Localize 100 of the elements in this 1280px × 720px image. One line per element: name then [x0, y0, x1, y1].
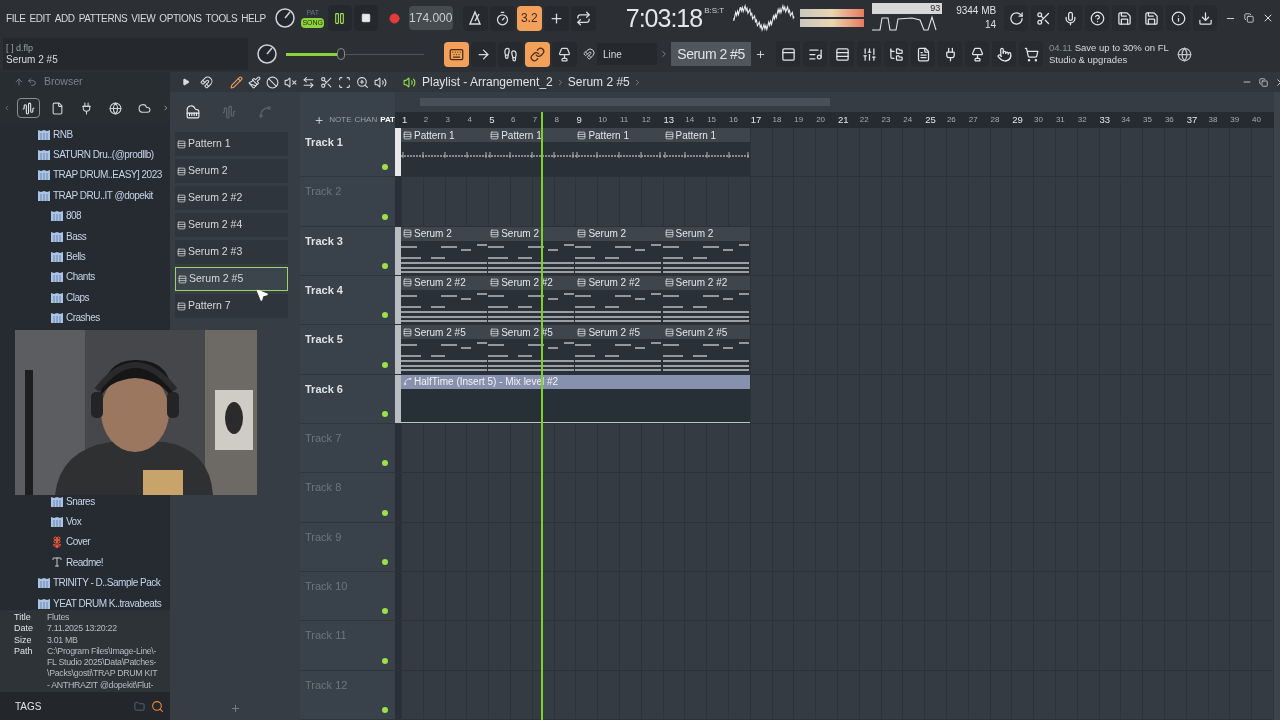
pattern-clip[interactable]: Serum 2 #2 — [662, 276, 750, 325]
pattern-clip[interactable]: Pattern 1 — [575, 128, 663, 177]
plug-button[interactable] — [938, 41, 962, 67]
select-icon[interactable] — [338, 75, 351, 89]
cart-button[interactable] — [1019, 41, 1043, 67]
undo-button[interactable] — [1004, 5, 1029, 31]
news-text[interactable]: 04.11 Save up to 30% on FL Studio & upgrades — [1049, 42, 1173, 66]
pattern-clip[interactable]: Serum 2 — [575, 226, 663, 275]
playlist-button[interactable] — [776, 41, 800, 67]
pattern-clip[interactable]: Serum 2 #2 — [575, 276, 663, 325]
pattern-clip[interactable]: Pattern 1 — [488, 128, 576, 177]
pattern-item[interactable]: Serum 2 #3 — [175, 240, 288, 264]
browser-item[interactable]: Claps — [66, 289, 90, 305]
track-enable-led[interactable] — [382, 657, 388, 664]
browser-item[interactable]: Cover — [66, 534, 91, 550]
playback-icon[interactable] — [374, 75, 387, 89]
restore-button[interactable] — [1241, 10, 1257, 26]
track-enable-led[interactable] — [382, 361, 388, 368]
browser-item[interactable]: Crashes — [66, 310, 100, 326]
save-button[interactable] — [1112, 5, 1137, 31]
track-enable-led[interactable] — [382, 213, 388, 220]
search-icon[interactable] — [151, 699, 164, 713]
magnet-icon[interactable] — [200, 75, 213, 89]
browser-item[interactable]: SATURN Dru..(@prodllb) — [53, 147, 154, 163]
download-button[interactable] — [1193, 5, 1218, 31]
channel-rack-button[interactable] — [830, 41, 854, 67]
pattern-clip[interactable]: Serum 2 #2 — [401, 276, 489, 325]
menu-item[interactable]: PATTERNS — [78, 10, 128, 26]
globe-icon[interactable] — [1177, 46, 1192, 62]
browser-item[interactable]: TRINITY - D..Sample Pack — [53, 575, 161, 591]
browser-item[interactable]: Bells — [66, 249, 86, 265]
menu-item[interactable]: OPTIONS — [159, 10, 202, 26]
tempo-field[interactable]: 174.000 — [408, 6, 453, 30]
track-enable-led[interactable] — [382, 608, 388, 615]
browser-item[interactable]: 808 — [66, 208, 82, 224]
track-lane[interactable]: Pattern 1 Pattern 1 Pattern 1 Pattern 1 — [401, 128, 1274, 177]
arrow-right-button[interactable] — [471, 41, 496, 67]
pencil-icon[interactable] — [230, 75, 243, 89]
track-enable-led[interactable] — [382, 312, 388, 319]
browser-item[interactable]: Vox — [66, 514, 82, 529]
track-lane[interactable]: Serum 2 Serum 2 Serum 2 Serum 2 — [401, 226, 1274, 275]
link-button[interactable] — [525, 41, 550, 67]
plus-button[interactable] — [543, 5, 569, 31]
track-enable-led[interactable] — [382, 263, 388, 269]
filter-tab[interactable]: CHAN — [354, 114, 378, 126]
master-pitch-knob[interactable] — [273, 7, 296, 29]
menu-item[interactable]: VIEW — [131, 10, 156, 26]
cut-button[interactable] — [1031, 5, 1056, 31]
pattern-clip[interactable]: Serum 2 #5 — [662, 325, 750, 374]
zoom-icon[interactable] — [356, 75, 369, 89]
browser-item[interactable]: Readme! — [66, 554, 104, 570]
timer-button[interactable] — [489, 5, 515, 31]
menu-arrow-icon[interactable] — [182, 78, 190, 86]
track-enable-led[interactable] — [382, 460, 388, 467]
pattern-item[interactable]: Pattern 7 — [175, 294, 288, 318]
pattern-clip[interactable]: Serum 2 #5 — [401, 325, 489, 374]
browser-item[interactable]: TRAP DRUM..EASY] 2023 — [53, 167, 162, 183]
track-enable-led[interactable] — [382, 706, 388, 713]
brush-icon[interactable] — [248, 75, 261, 89]
menu-item[interactable]: EDIT — [29, 10, 51, 26]
browser-item[interactable]: Snares — [66, 493, 95, 509]
mute-icon[interactable] — [284, 75, 297, 89]
help-button[interactable] — [1085, 5, 1110, 31]
tags-label[interactable]: TAGS — [15, 698, 42, 714]
metronome-button[interactable] — [462, 5, 488, 31]
pattern-item[interactable]: Serum 2 #2 — [175, 186, 288, 210]
keyboard-button[interactable] — [444, 41, 469, 67]
footprints-button[interactable] — [498, 41, 523, 67]
browser-item[interactable]: TRAP DRU..IT @dopekit — [53, 187, 153, 203]
snap-dropdown[interactable]: Line — [597, 43, 657, 65]
pointer-button[interactable] — [992, 41, 1016, 67]
track-enable-led[interactable] — [382, 164, 388, 171]
browser-tab[interactable] — [16, 98, 40, 118]
delete-icon[interactable] — [266, 75, 279, 89]
save-new-button[interactable] — [1139, 5, 1164, 31]
mixer-button[interactable] — [857, 41, 881, 67]
lamp-button[interactable] — [965, 41, 989, 67]
browser-item[interactable]: YEAT DRUM K..travabeats — [53, 595, 162, 610]
browser-item[interactable]: Bass — [66, 228, 87, 244]
breadcrumb-pattern[interactable]: Serum 2 #5 — [567, 73, 630, 91]
pattern-clip[interactable]: Pattern 1 — [401, 128, 489, 177]
pattern-item[interactable]: Serum 2 — [175, 159, 288, 183]
menu-item[interactable]: HELP — [241, 10, 266, 26]
pattern-clip[interactable]: Serum 2 — [488, 226, 576, 275]
back-icon[interactable] — [27, 77, 37, 87]
track-enable-led[interactable] — [382, 509, 388, 516]
browser-button[interactable] — [884, 41, 908, 67]
pattern-item[interactable]: Serum 2 #4 — [175, 213, 288, 237]
menu-item[interactable]: ADD — [54, 10, 75, 26]
repeat-button[interactable] — [570, 5, 596, 31]
stop-button[interactable] — [353, 5, 378, 31]
master-volume-knob[interactable] — [256, 43, 278, 65]
lamp-button[interactable] — [552, 41, 577, 67]
pattern-clip[interactable]: Serum 2 — [662, 226, 750, 275]
master-volume-slider[interactable] — [286, 47, 424, 61]
pattern-item[interactable]: Pattern 1 — [175, 132, 288, 156]
microphone-button[interactable] — [1058, 5, 1083, 31]
countdown-button[interactable]: 3.2 — [516, 5, 542, 31]
filter-tab[interactable]: PAT — [380, 114, 395, 126]
add-icon[interactable] — [229, 702, 241, 714]
